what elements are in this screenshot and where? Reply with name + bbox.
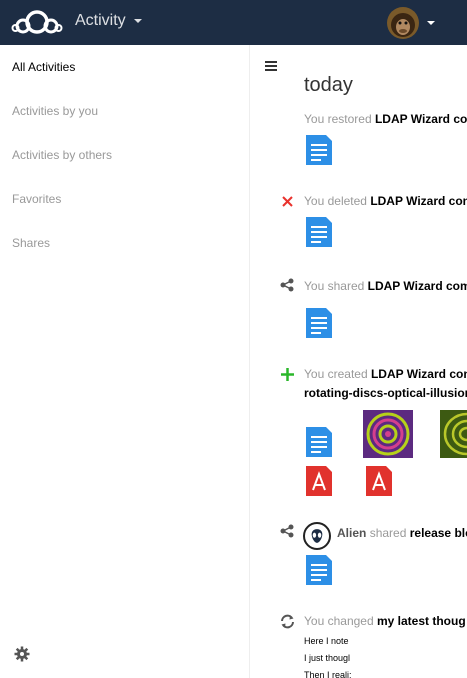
document-icon[interactable] [306, 555, 332, 585]
document-icon[interactable] [306, 135, 332, 165]
day-heading: today [304, 74, 353, 96]
nav-all-activities[interactable]: All Activities [12, 60, 75, 74]
document-icon[interactable] [306, 217, 332, 247]
hamburger-icon[interactable] [265, 60, 277, 72]
caret-down-icon [133, 19, 142, 23]
share-icon [280, 278, 294, 292]
activity-subject: You shared LDAP Wizard com [304, 279, 467, 293]
activity-subject: Alien shared release blo [337, 526, 467, 540]
pdf-icon[interactable] [366, 466, 392, 496]
activity-subject: You deleted LDAP Wizard con [304, 194, 467, 208]
avatar[interactable] [303, 522, 331, 550]
app-name: Activity [75, 12, 126, 29]
caret-down-icon [427, 21, 435, 25]
file-link[interactable]: my latest thoug [377, 614, 466, 628]
add-icon [281, 368, 294, 381]
nav-favorites[interactable]: Favorites [12, 192, 61, 206]
activity-message-line: I just thougl [304, 653, 351, 663]
gear-icon[interactable] [14, 646, 30, 662]
activity-subject: You created LDAP Wizard con [304, 367, 467, 381]
file-link[interactable]: LDAP Wizard co [375, 112, 467, 126]
document-icon[interactable] [306, 427, 332, 457]
activity-subject: You changed my latest thoug [304, 614, 466, 628]
file-link[interactable]: LDAP Wizard com [368, 279, 467, 293]
user-link[interactable]: Alien [337, 526, 366, 540]
activity-subject: You restored LDAP Wizard co [304, 112, 467, 126]
cloud-logo-icon[interactable] [11, 8, 63, 36]
avatar[interactable] [387, 7, 419, 39]
nav-shares[interactable]: Shares [12, 236, 50, 250]
app-navigation: All Activities Activities by you Activit… [0, 45, 250, 678]
user-menu[interactable] [387, 7, 435, 39]
app-menu[interactable]: Activity [75, 12, 142, 30]
top-header: Activity [0, 0, 467, 45]
file-link[interactable]: LDAP Wizard con [370, 194, 467, 208]
pdf-icon[interactable] [306, 466, 332, 496]
activity-message-line: Here I note [304, 636, 349, 646]
file-link[interactable]: release blo [410, 526, 467, 540]
activity-stream: today You restored LDAP Wizard co You de… [251, 45, 467, 678]
image-thumbnail[interactable] [363, 410, 413, 458]
image-thumbnail[interactable] [440, 410, 467, 458]
nav-activities-by-you[interactable]: Activities by you [12, 104, 98, 118]
file-link[interactable]: LDAP Wizard con [371, 367, 467, 381]
activity-message-line: Then I reali: [304, 670, 352, 678]
document-icon[interactable] [306, 308, 332, 338]
nav-activities-by-others[interactable]: Activities by others [12, 148, 112, 162]
change-icon [281, 614, 294, 629]
file-link[interactable]: rotating-discs-optical-illusion [304, 386, 467, 400]
share-icon [280, 524, 294, 538]
delete-icon [282, 196, 293, 207]
